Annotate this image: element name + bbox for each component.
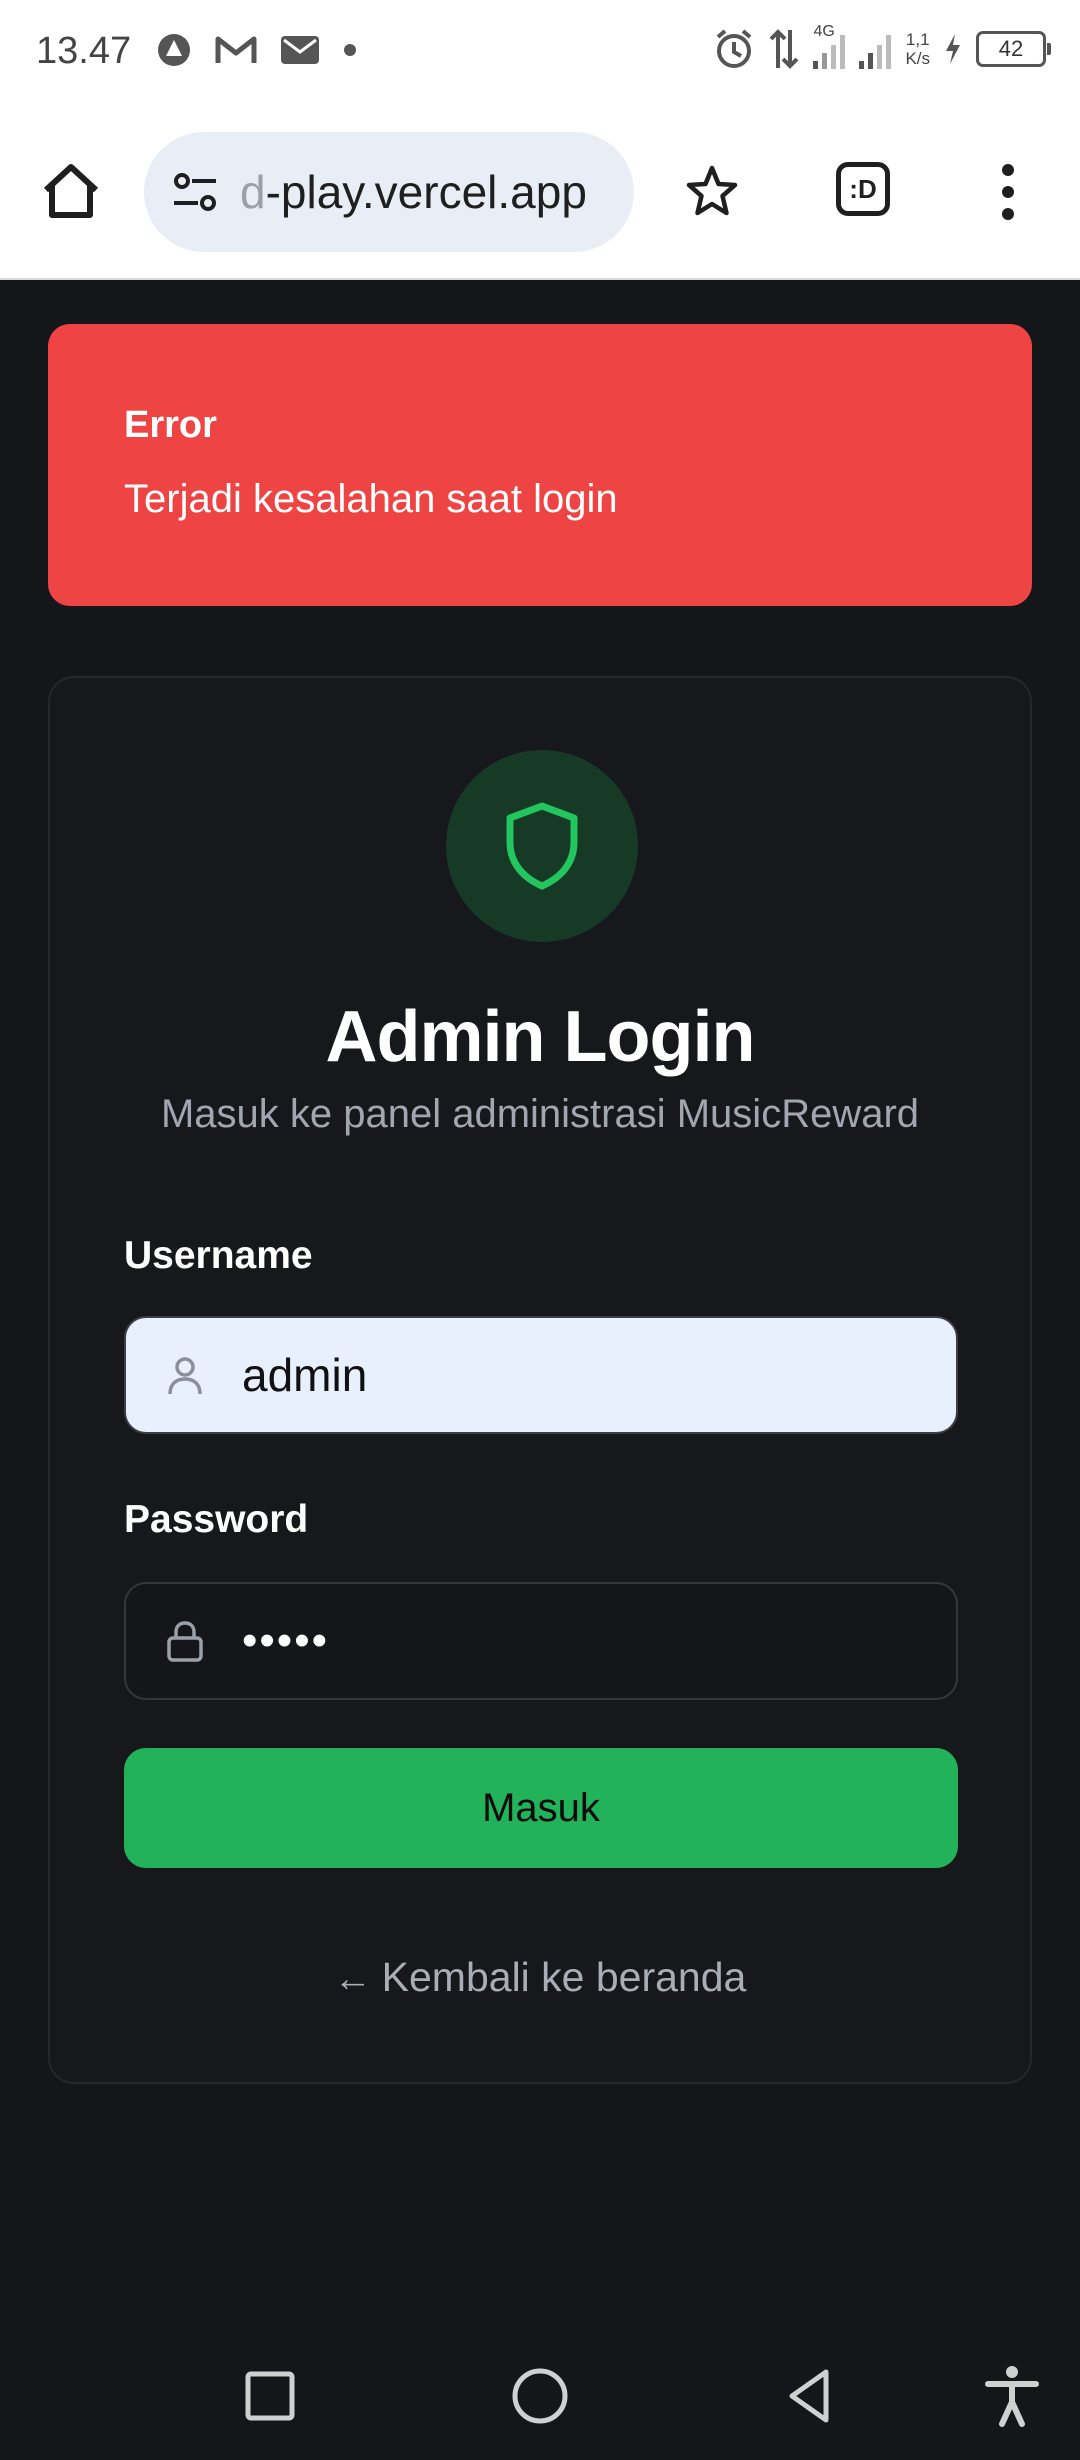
error-message: Terjadi kesalahan saat login (124, 477, 618, 521)
system-nav-bar (0, 2330, 1080, 2460)
login-card: Admin Login Masuk ke panel administrasi … (48, 676, 1032, 2084)
more-menu-icon[interactable] (990, 162, 1026, 222)
password-label: Password (124, 1498, 309, 1541)
status-bar: 13.47 4G 1,1 K/s 42 (0, 0, 1080, 108)
address-bar[interactable]: d-play.vercel.app (144, 132, 634, 252)
email-icon (281, 36, 319, 64)
page-subtitle: Masuk ke panel administrasi MusicReward (160, 1092, 920, 1136)
username-label: Username (124, 1234, 313, 1277)
bookmark-star-icon[interactable] (684, 164, 740, 220)
system-icons: 4G 1,1 K/s 42 (713, 23, 1051, 70)
login-submit-button[interactable]: Masuk (124, 1748, 958, 1868)
shield-icon (506, 802, 578, 890)
gmail-icon (215, 36, 257, 63)
charging-icon (946, 34, 960, 64)
back-arrow-icon: ← (333, 1958, 372, 2000)
data-arrows-icon (770, 29, 799, 69)
signal-4g: 4G (813, 23, 846, 69)
net-speed: 1,1 K/s (905, 30, 930, 68)
password-value[interactable]: ••••• (242, 1616, 329, 1666)
vpn-icon (158, 34, 190, 66)
net-speed-value: 1,1 (905, 30, 930, 49)
signal-icon-2 (859, 29, 892, 69)
net-speed-unit: K/s (905, 49, 930, 68)
status-time: 13.47 (36, 30, 132, 72)
recents-icon[interactable] (238, 2364, 302, 2428)
back-to-home-link[interactable]: ← Kembali ke beranda (50, 1954, 1030, 2001)
home-nav-icon[interactable] (508, 2364, 572, 2428)
tab-switcher-button[interactable]: :D (836, 162, 890, 216)
user-icon (168, 1357, 202, 1395)
accessibility-icon[interactable] (980, 2364, 1044, 2428)
shield-badge (446, 750, 638, 942)
error-title: Error (124, 404, 217, 446)
alarm-icon (717, 29, 752, 68)
browser-toolbar: d-play.vercel.app :D (0, 108, 1080, 280)
home-icon[interactable] (40, 160, 102, 222)
notification-icons (156, 32, 358, 68)
url-text[interactable]: d-play.vercel.app (240, 165, 610, 219)
network-type: 4G (813, 23, 835, 40)
battery-icon: 42 (976, 31, 1051, 67)
dot-icon (344, 44, 356, 56)
username-input[interactable]: admin (124, 1316, 958, 1434)
username-value[interactable]: admin (242, 1348, 367, 1402)
error-toast: Error Terjadi kesalahan saat login (48, 324, 1032, 606)
site-settings-icon[interactable] (170, 167, 220, 217)
password-input[interactable]: ••••• (124, 1582, 958, 1700)
lock-icon (167, 1621, 203, 1662)
page-title: Admin Login (325, 997, 756, 1077)
back-nav-icon[interactable] (778, 2364, 842, 2428)
back-link-label[interactable]: Kembali ke beranda (382, 1954, 747, 2000)
